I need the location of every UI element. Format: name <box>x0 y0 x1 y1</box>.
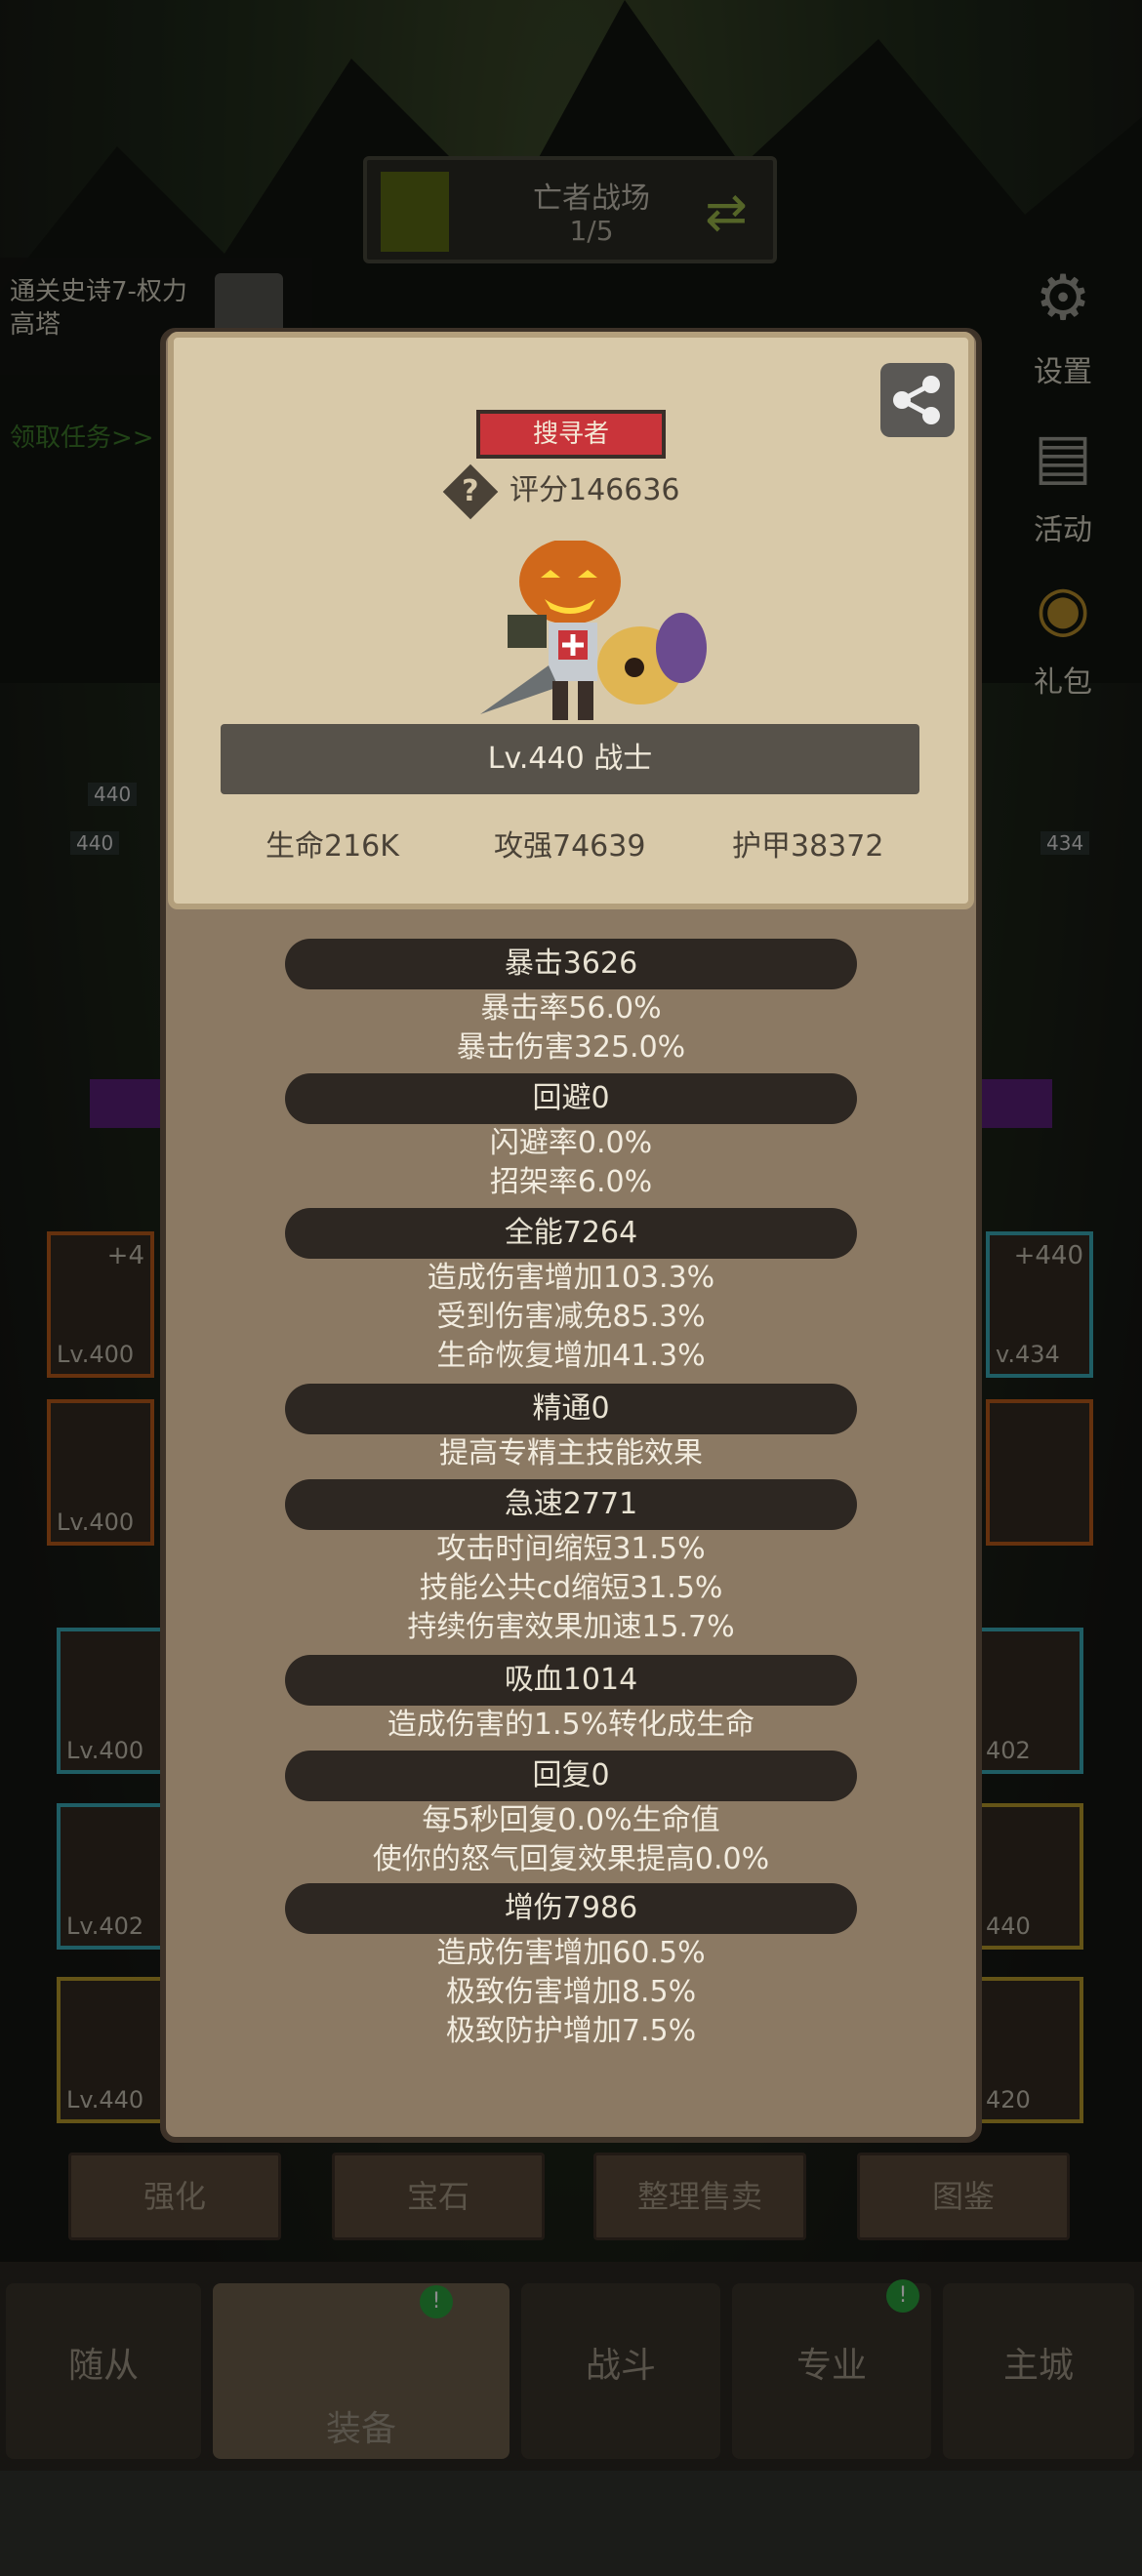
stat-line: 极致防护增加7.5% <box>445 2014 697 2048</box>
share-icon <box>893 376 940 424</box>
stat-header-avoidance: 回避0 <box>285 1073 857 1124</box>
character-portrait <box>480 541 707 720</box>
stat-line: 受到伤害减免85.3% <box>436 1300 706 1334</box>
score-row: ? 评分146636 <box>442 463 744 519</box>
stat-line: 每5秒回复0.0%生命值 <box>422 1803 720 1837</box>
stat-line: 闪避率0.0% <box>489 1126 653 1160</box>
stat-header-mastery: 精通0 <box>285 1384 857 1434</box>
stat-header-haste: 急速2771 <box>285 1479 857 1530</box>
stat-header-crit: 暴击3626 <box>285 939 857 989</box>
stat-line: 造成伤害增加60.5% <box>436 1936 706 1970</box>
stat-line: 持续伤害效果加速15.7% <box>407 1610 735 1644</box>
core-stats: 生命216K 攻强74639 护甲38372 <box>221 822 919 870</box>
stat-line: 招架率6.0% <box>489 1165 653 1199</box>
stat-line: 暴击伤害325.0% <box>456 1030 686 1065</box>
stat-line: 生命恢复增加41.3% <box>436 1339 706 1373</box>
share-button[interactable] <box>880 363 955 437</box>
stat-line: 暴击率56.0% <box>480 991 662 1026</box>
hp-stat: 生命216K <box>265 829 399 864</box>
stat-header-versatility: 全能7264 <box>285 1208 857 1259</box>
stat-line: 造成伤害增加103.3% <box>427 1261 715 1295</box>
stat-header-lifesteal: 吸血1014 <box>285 1655 857 1706</box>
character-level-class: Lv.440 战士 <box>221 724 919 794</box>
attack-stat: 攻强74639 <box>494 829 646 864</box>
stat-header-damage-bonus: 增伤7986 <box>285 1883 857 1934</box>
stat-line: 提高专精主技能效果 <box>439 1436 703 1470</box>
stat-line: 技能公共cd缩短31.5% <box>419 1571 723 1605</box>
stat-line: 使你的怒气回复效果提高0.0% <box>372 1842 770 1876</box>
armor-stat: 护甲38372 <box>732 829 884 864</box>
stat-header-regen: 回复0 <box>285 1751 857 1801</box>
stat-line: 极致伤害增加8.5% <box>445 1975 697 2009</box>
stat-line: 攻击时间缩短31.5% <box>436 1532 706 1566</box>
help-icon[interactable]: ? <box>442 463 499 519</box>
stat-line: 造成伤害的1.5%转化成生命 <box>387 1708 755 1742</box>
score-value: 评分146636 <box>510 473 680 507</box>
role-badge: 搜寻者 <box>476 410 666 459</box>
